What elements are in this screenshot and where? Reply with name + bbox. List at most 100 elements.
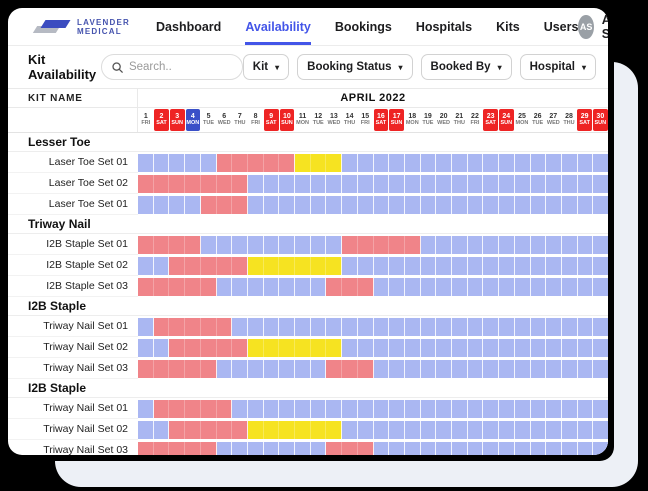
availability-cell-available[interactable] — [562, 257, 578, 275]
availability-cell-available[interactable] — [374, 339, 390, 357]
availability-cell-available[interactable] — [515, 175, 531, 193]
availability-cell-booked[interactable] — [154, 278, 170, 296]
availability-cell-available[interactable] — [499, 236, 515, 254]
availability-cell-available[interactable] — [483, 154, 499, 172]
availability-cell-available[interactable] — [264, 236, 280, 254]
availability-cell-available[interactable] — [562, 318, 578, 336]
availability-cell-available[interactable] — [326, 175, 342, 193]
availability-cell-available[interactable] — [436, 196, 452, 214]
availability-cell-booked[interactable] — [169, 318, 185, 336]
availability-cell-available[interactable] — [311, 360, 327, 378]
availability-cell-booked[interactable] — [374, 236, 390, 254]
availability-cell-available[interactable] — [515, 318, 531, 336]
availability-cell-booked[interactable] — [201, 175, 217, 193]
availability-cell-pending[interactable] — [264, 339, 280, 357]
availability-cell-available[interactable] — [515, 154, 531, 172]
availability-cell-available[interactable] — [578, 257, 594, 275]
availability-cell-booked[interactable] — [185, 257, 201, 275]
availability-cell-booked[interactable] — [185, 236, 201, 254]
availability-cell-available[interactable] — [405, 339, 421, 357]
availability-cell-pending[interactable] — [311, 421, 327, 439]
availability-cell-available[interactable] — [264, 278, 280, 296]
availability-cell-available[interactable] — [468, 278, 484, 296]
availability-cell-booked[interactable] — [217, 339, 233, 357]
availability-cell-available[interactable] — [421, 257, 437, 275]
availability-cell-available[interactable] — [295, 442, 311, 456]
availability-cell-available[interactable] — [499, 442, 515, 456]
availability-cell-available[interactable] — [436, 257, 452, 275]
availability-cell-booked[interactable] — [201, 278, 217, 296]
availability-cell-available[interactable] — [562, 278, 578, 296]
availability-cell-available[interactable] — [279, 400, 295, 418]
availability-cell-available[interactable] — [436, 318, 452, 336]
availability-cell-available[interactable] — [169, 196, 185, 214]
availability-cell-booked[interactable] — [201, 400, 217, 418]
availability-cell-available[interactable] — [374, 400, 390, 418]
availability-cell-available[interactable] — [185, 154, 201, 172]
availability-cell-available[interactable] — [342, 339, 358, 357]
availability-cell-available[interactable] — [593, 236, 608, 254]
availability-cell-booked[interactable] — [232, 257, 248, 275]
availability-cell-available[interactable] — [405, 278, 421, 296]
availability-cell-available[interactable] — [295, 318, 311, 336]
availability-cell-available[interactable] — [326, 400, 342, 418]
availability-cell-booked[interactable] — [201, 318, 217, 336]
availability-cell-available[interactable] — [593, 360, 608, 378]
availability-cell-pending[interactable] — [264, 421, 280, 439]
availability-cell-booked[interactable] — [279, 154, 295, 172]
availability-cell-available[interactable] — [389, 154, 405, 172]
availability-cell-available[interactable] — [499, 339, 515, 357]
availability-cell-booked[interactable] — [217, 421, 233, 439]
availability-cell-available[interactable] — [452, 339, 468, 357]
availability-cell-booked[interactable] — [169, 257, 185, 275]
availability-cell-available[interactable] — [436, 421, 452, 439]
availability-cell-pending[interactable] — [326, 154, 342, 172]
availability-cell-available[interactable] — [374, 154, 390, 172]
availability-cell-available[interactable] — [578, 278, 594, 296]
availability-cell-available[interactable] — [421, 236, 437, 254]
availability-cell-available[interactable] — [531, 154, 547, 172]
availability-cell-available[interactable] — [232, 236, 248, 254]
availability-cell-booked[interactable] — [169, 421, 185, 439]
availability-cell-booked[interactable] — [185, 318, 201, 336]
availability-cell-available[interactable] — [483, 175, 499, 193]
availability-cell-available[interactable] — [264, 360, 280, 378]
availability-cell-available[interactable] — [248, 278, 264, 296]
availability-cell-available[interactable] — [138, 257, 154, 275]
availability-cell-available[interactable] — [483, 318, 499, 336]
availability-cell-pending[interactable] — [279, 339, 295, 357]
availability-cell-booked[interactable] — [138, 360, 154, 378]
availability-cell-available[interactable] — [201, 154, 217, 172]
availability-cell-available[interactable] — [452, 257, 468, 275]
availability-cell-available[interactable] — [421, 154, 437, 172]
availability-cell-available[interactable] — [531, 442, 547, 456]
availability-cell-available[interactable] — [232, 360, 248, 378]
availability-cell-booked[interactable] — [326, 278, 342, 296]
availability-cell-available[interactable] — [499, 175, 515, 193]
availability-cell-available[interactable] — [154, 421, 170, 439]
availability-cell-available[interactable] — [562, 442, 578, 456]
filter-booking-status-dropdown[interactable]: Booking Status▾ — [297, 54, 412, 80]
availability-cell-available[interactable] — [562, 154, 578, 172]
availability-cell-booked[interactable] — [185, 339, 201, 357]
availability-cell-available[interactable] — [593, 400, 608, 418]
availability-cell-booked[interactable] — [358, 360, 374, 378]
availability-cell-booked[interactable] — [185, 360, 201, 378]
availability-cell-available[interactable] — [499, 278, 515, 296]
availability-cell-available[interactable] — [389, 175, 405, 193]
availability-cell-available[interactable] — [374, 421, 390, 439]
availability-cell-available[interactable] — [311, 278, 327, 296]
availability-cell-available[interactable] — [483, 339, 499, 357]
availability-cell-booked[interactable] — [154, 236, 170, 254]
availability-cell-available[interactable] — [311, 175, 327, 193]
availability-cell-available[interactable] — [217, 278, 233, 296]
availability-cell-booked[interactable] — [185, 278, 201, 296]
availability-cell-available[interactable] — [326, 318, 342, 336]
availability-cell-available[interactable] — [279, 175, 295, 193]
availability-cell-available[interactable] — [468, 236, 484, 254]
availability-cell-available[interactable] — [248, 196, 264, 214]
availability-cell-available[interactable] — [531, 175, 547, 193]
availability-cell-booked[interactable] — [138, 236, 154, 254]
availability-cell-available[interactable] — [311, 400, 327, 418]
availability-cell-available[interactable] — [499, 257, 515, 275]
